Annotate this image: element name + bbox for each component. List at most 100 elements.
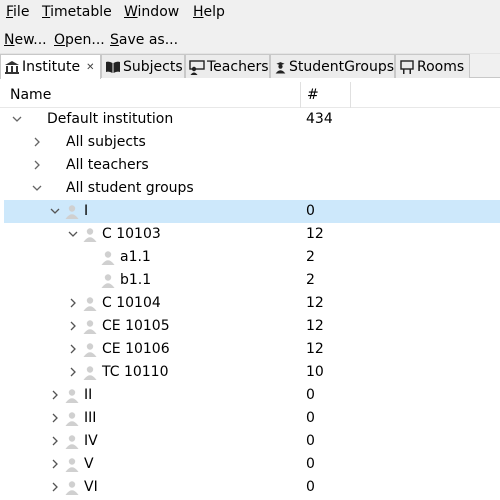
teacher-icon: [189, 59, 205, 75]
column-separator[interactable]: [350, 82, 351, 108]
menu-file[interactable]: File: [6, 3, 29, 21]
person-icon: [83, 343, 97, 357]
person-icon: [65, 389, 79, 403]
tree-row[interactable]: C 10103 12: [0, 223, 500, 246]
column-name-header[interactable]: Name: [10, 87, 51, 103]
new-button[interactable]: New...: [4, 31, 47, 49]
tree-row[interactable]: b1.1 2: [0, 269, 500, 292]
tree-row-label: All student groups: [66, 180, 194, 196]
menu-file-label: ile: [13, 4, 30, 20]
tree-row-count: 0: [306, 387, 315, 403]
tree-row[interactable]: II 0: [0, 384, 500, 407]
tree-row[interactable]: Default institution 434: [0, 108, 500, 131]
person-icon: [83, 320, 97, 334]
tab-subjects-label: Subjects: [123, 58, 183, 75]
chevron-right-icon[interactable]: [48, 388, 62, 402]
chevron-right-icon[interactable]: [48, 480, 62, 494]
tree-row[interactable]: I0: [4, 200, 500, 223]
chevron-right-icon[interactable]: [30, 135, 44, 149]
person-icon: [65, 458, 79, 472]
tree-row-label: II: [84, 387, 93, 403]
chevron-right-icon[interactable]: [48, 457, 62, 471]
chevron-down-icon[interactable]: [10, 112, 24, 126]
tab-bar: Institute ✕ Subjects Teachers StudentGro…: [0, 54, 500, 79]
tree-row[interactable]: CE 10105 12: [0, 315, 500, 338]
menu-help-mnemonic: H: [193, 4, 204, 20]
tab-institute-label: Institute: [22, 59, 81, 75]
tree-row-label: TC 10110: [102, 364, 169, 380]
tree-row[interactable]: All teachers: [0, 154, 500, 177]
person-icon: [101, 251, 115, 265]
menu-bar: File Timetable Window Help: [0, 0, 500, 24]
tab-rooms[interactable]: Rooms: [395, 54, 470, 78]
open-mnemonic: O: [54, 32, 66, 48]
person-icon: [83, 228, 97, 242]
chevron-right-icon[interactable]: [66, 296, 80, 310]
tree-row-label: V: [84, 456, 94, 472]
tree-row-count: 434: [306, 111, 333, 127]
tree-row[interactable]: V0: [0, 453, 500, 476]
tab-subjects[interactable]: Subjects: [101, 54, 185, 78]
tree-row[interactable]: All student groups: [0, 177, 500, 200]
institute-icon: [5, 61, 19, 74]
tree-row[interactable]: TC 10110 10: [0, 361, 500, 384]
person-icon: [65, 412, 79, 426]
chevron-right-icon[interactable]: [30, 158, 44, 172]
menu-help[interactable]: Help: [193, 3, 225, 21]
tree-row[interactable]: C 10104 12: [0, 292, 500, 315]
tree-row-count: 2: [306, 249, 315, 265]
tree-row[interactable]: a1.1 2: [0, 246, 500, 269]
tree-row-count: 12: [306, 226, 324, 242]
chevron-down-icon[interactable]: [66, 227, 80, 241]
menu-window-mnemonic: W: [124, 4, 138, 20]
new-label: ew...: [14, 32, 47, 48]
tab-teachers-label: Teachers: [207, 58, 269, 75]
tree-row-label: I: [84, 203, 89, 219]
tree-row-label: b1.1: [120, 272, 152, 288]
tree-row[interactable]: CE 10106 12: [0, 338, 500, 361]
tree-row-label: Default institution: [47, 111, 174, 127]
chevron-down-icon[interactable]: [30, 181, 44, 195]
save-as-button[interactable]: Save as...: [110, 31, 178, 49]
tree-row-count: 12: [306, 295, 324, 311]
save-as-mnemonic: S: [110, 32, 119, 48]
tree-row[interactable]: All subjects: [0, 131, 500, 154]
tree-row-count: 12: [306, 341, 324, 357]
tab-studentgroups[interactable]: StudentGroups: [270, 54, 395, 78]
tree-row-count: 12: [306, 318, 324, 334]
tree-row-label: All teachers: [66, 157, 149, 173]
menu-window[interactable]: Window: [124, 3, 179, 21]
chevron-right-icon[interactable]: [66, 319, 80, 333]
open-label: pen...: [65, 32, 105, 48]
tree-row-label: III: [84, 410, 97, 426]
tree-row-count: 0: [306, 203, 315, 219]
tab-studentgroups-label: StudentGroups: [288, 58, 394, 75]
person-icon: [101, 274, 115, 288]
tab-institute[interactable]: Institute ✕: [0, 54, 101, 79]
chevron-right-icon[interactable]: [66, 342, 80, 356]
tree-row-count: 0: [306, 456, 315, 472]
chevron-down-icon[interactable]: [48, 204, 62, 218]
tab-teachers[interactable]: Teachers: [185, 54, 270, 78]
open-button[interactable]: Open...: [54, 31, 105, 49]
tree-row[interactable]: III 0: [0, 407, 500, 430]
chevron-right-icon[interactable]: [66, 365, 80, 379]
tree-row[interactable]: VI 0: [0, 476, 500, 499]
tree-row-count: 10: [306, 364, 324, 380]
person-icon: [65, 435, 79, 449]
menu-help-label: elp: [203, 4, 225, 20]
column-count-header[interactable]: #: [307, 87, 319, 103]
menu-timetable[interactable]: Timetable: [42, 3, 112, 21]
tree-row-label: VI: [84, 479, 98, 495]
close-icon[interactable]: ✕: [86, 62, 94, 73]
column-separator[interactable]: [300, 82, 301, 108]
tree-row[interactable]: IV 0: [0, 430, 500, 453]
tree-row-label: CE 10106: [102, 341, 170, 357]
new-mnemonic: N: [4, 32, 15, 48]
chevron-right-icon[interactable]: [48, 434, 62, 448]
chevron-right-icon[interactable]: [48, 411, 62, 425]
book-icon: [106, 61, 120, 73]
tree-row-count: 0: [306, 433, 315, 449]
tree-row-label: IV: [84, 433, 98, 449]
tree-row-label: a1.1: [120, 249, 151, 265]
